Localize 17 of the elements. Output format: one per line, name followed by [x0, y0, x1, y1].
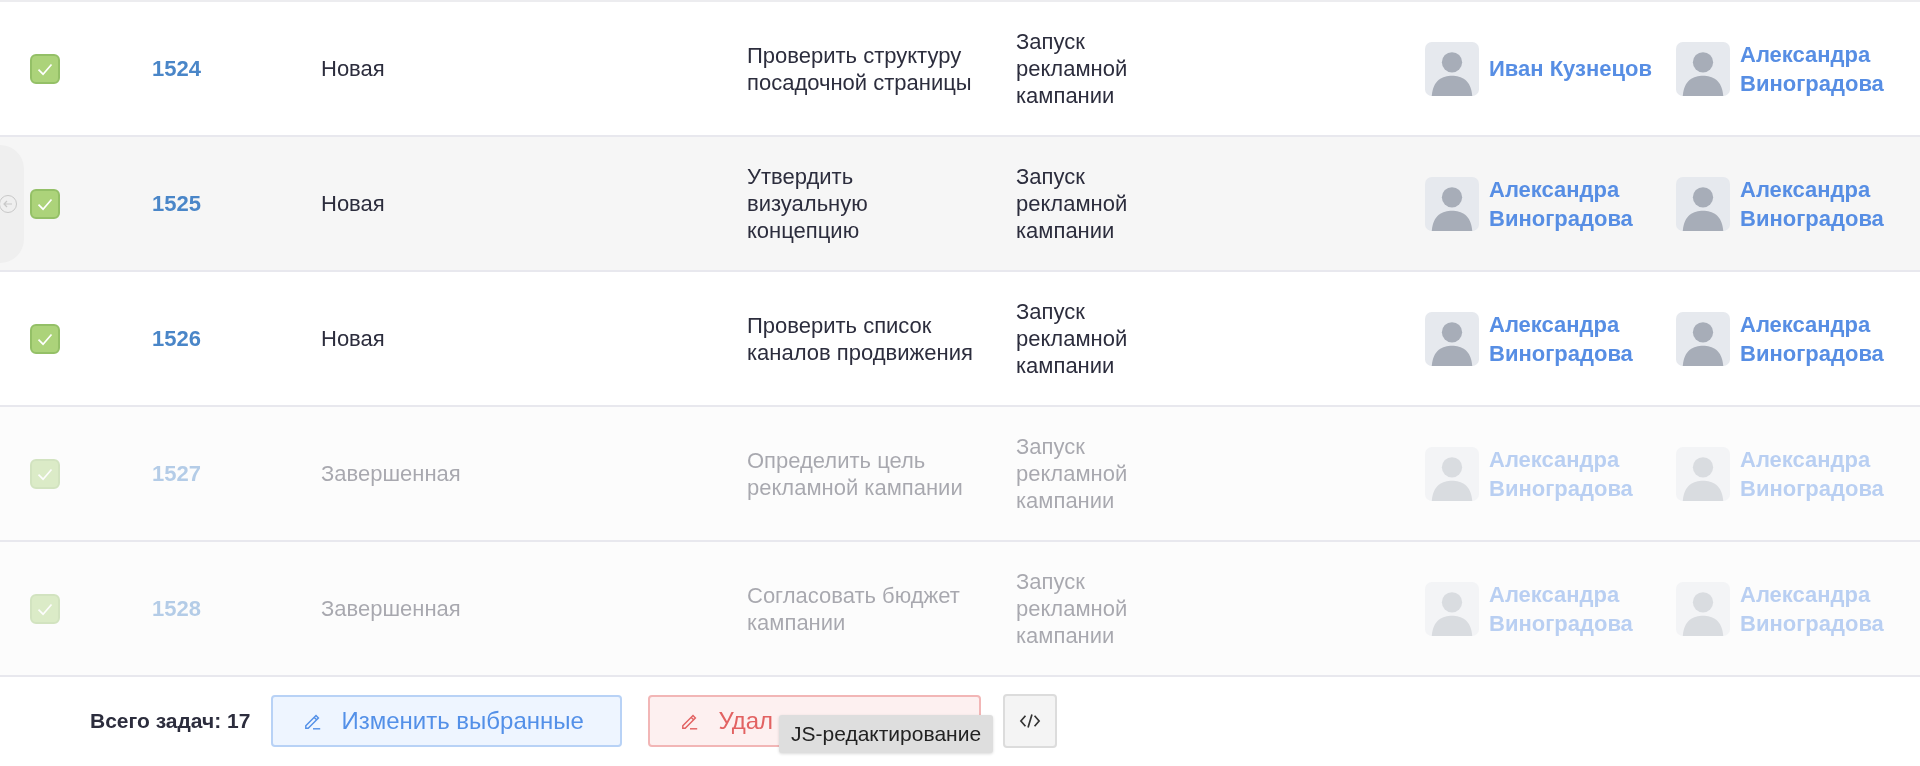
project-name: Запуск рекламной кампании — [1016, 568, 1129, 649]
status-text: Новая — [321, 55, 386, 82]
task-title: Согласовать бюджет кампании — [747, 581, 961, 636]
status-text: Завершенная — [321, 460, 462, 487]
project-name: Запуск рекламной кампании — [1016, 28, 1129, 109]
status-text: Новая — [321, 325, 386, 352]
task-title: Проверить список каналов продвижения — [747, 311, 974, 366]
tooltip: JS-редактирование — [779, 715, 994, 753]
task-title: Проверить структуру посадочной страницы — [747, 41, 973, 96]
task-title: Утвердить визуальную концепцию — [747, 163, 869, 244]
project-name: Запуск рекламной кампании — [1016, 163, 1129, 244]
project-name: Запуск рекламной кампании — [1016, 298, 1129, 379]
project-name: Запуск рекламной кампании — [1016, 433, 1129, 514]
task-title: Определить цель рекламной кампании — [747, 446, 964, 501]
status-text: Завершенная — [321, 595, 462, 622]
task-count: Всего задач: 17 — [90, 708, 251, 733]
status-text: Новая — [321, 190, 386, 217]
